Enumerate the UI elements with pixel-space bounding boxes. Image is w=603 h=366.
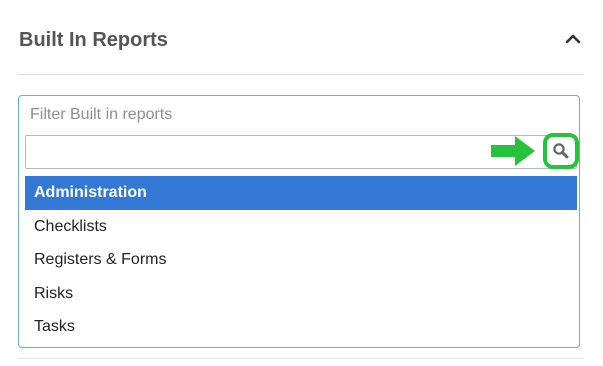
option-checklists[interactable]: Checklists bbox=[25, 210, 577, 244]
option-registers-forms[interactable]: Registers & Forms bbox=[25, 243, 577, 277]
chevron-up-icon[interactable] bbox=[562, 28, 584, 50]
divider bbox=[18, 358, 584, 359]
built-in-reports-header: Built In Reports bbox=[18, 18, 584, 75]
report-options-list: Administration Checklists Registers & Fo… bbox=[25, 176, 577, 344]
filter-label: Filter Built in reports bbox=[30, 106, 173, 123]
option-administration[interactable]: Administration bbox=[25, 176, 577, 210]
search-button[interactable] bbox=[543, 133, 579, 169]
section-title: Built In Reports bbox=[19, 29, 168, 51]
report-filter-dropdown: Filter Built in reports Administration C… bbox=[18, 95, 580, 348]
option-risks[interactable]: Risks bbox=[25, 277, 577, 311]
arrow-right-icon bbox=[491, 136, 537, 171]
option-tasks[interactable]: Tasks bbox=[25, 310, 577, 344]
search-icon bbox=[553, 143, 569, 159]
